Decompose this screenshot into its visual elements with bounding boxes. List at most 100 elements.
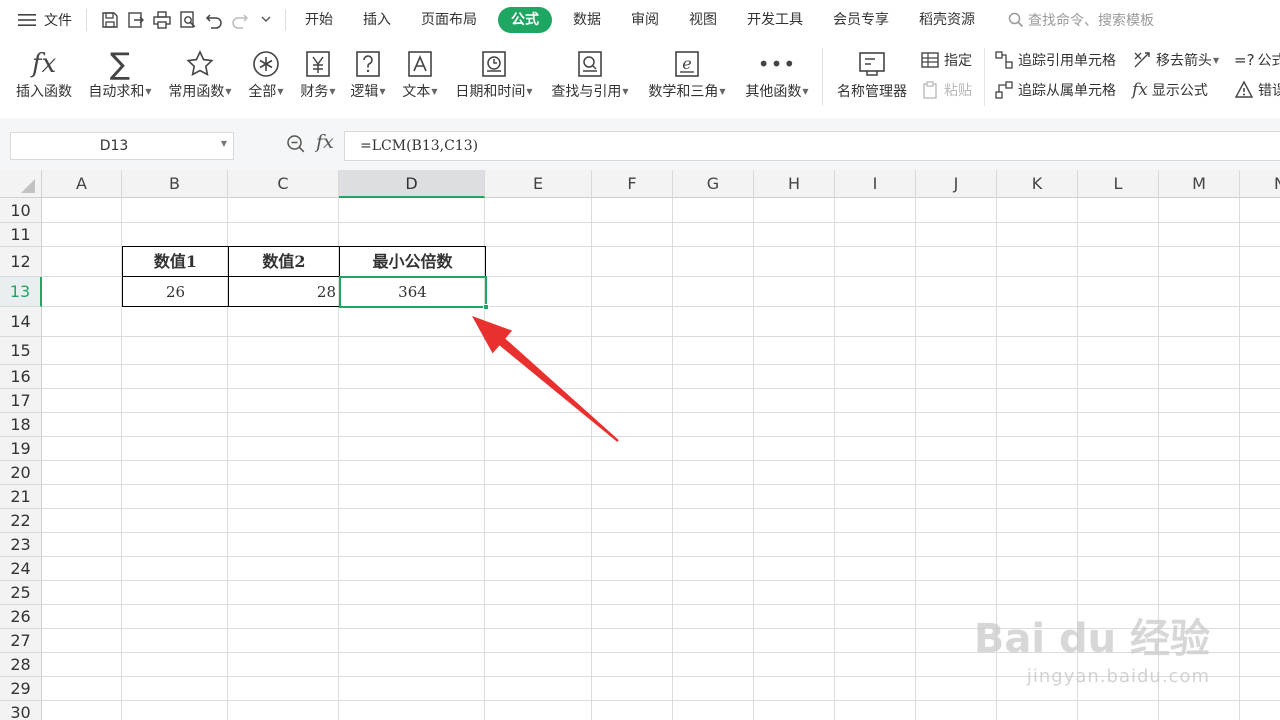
error-check-button[interactable]: 错误 bbox=[1234, 78, 1280, 102]
trace-precedents-label: 追踪引用单元格 bbox=[1018, 53, 1116, 69]
specify-button[interactable]: 指定 bbox=[920, 48, 972, 72]
remove-arrows-button[interactable]: 移去箭头 ▼ bbox=[1132, 48, 1219, 72]
row-header-15[interactable]: 15 bbox=[0, 337, 42, 365]
insert-function-button[interactable]: fx 插入函数 bbox=[12, 46, 76, 112]
column-header-k[interactable]: K bbox=[997, 170, 1078, 198]
name-box-dropdown-icon[interactable]: ▼ bbox=[221, 139, 227, 148]
column-header-i[interactable]: I bbox=[835, 170, 916, 198]
tab-review[interactable]: 审阅 bbox=[616, 7, 674, 33]
row-header-24[interactable]: 24 bbox=[0, 557, 42, 581]
row-header-19[interactable]: 19 bbox=[0, 437, 42, 461]
row-header-20[interactable]: 20 bbox=[0, 461, 42, 485]
dropdown-arrow-icon: ▼ bbox=[526, 87, 533, 96]
column-header-j[interactable]: J bbox=[916, 170, 997, 198]
formula-bar: D13 ▼ fx =LCM(B13,C13) bbox=[0, 118, 1280, 170]
datetime-functions-button[interactable]: 日期和时间▼ bbox=[450, 46, 538, 112]
lookup-functions-button[interactable]: 查找与引用▼ bbox=[546, 46, 634, 112]
ribbon-divider bbox=[984, 48, 985, 106]
gridline bbox=[42, 460, 1280, 461]
row-header-29[interactable]: 29 bbox=[0, 677, 42, 701]
row-header-12[interactable]: 12 bbox=[0, 247, 42, 277]
row-header-17[interactable]: 17 bbox=[0, 389, 42, 413]
file-menu[interactable]: 文件 bbox=[18, 0, 72, 40]
tab-page-layout[interactable]: 页面布局 bbox=[406, 7, 492, 33]
tab-developer[interactable]: 开发工具 bbox=[732, 7, 818, 33]
column-header-a[interactable]: A bbox=[42, 170, 122, 198]
undo-icon[interactable] bbox=[201, 7, 227, 33]
evaluate-formula-button[interactable]: =? 公式 bbox=[1234, 48, 1280, 72]
column-header-b[interactable]: B bbox=[122, 170, 228, 198]
column-header-n[interactable]: N bbox=[1240, 170, 1280, 198]
asterisk-circle-icon bbox=[253, 51, 279, 77]
formula-input[interactable]: =LCM(B13,C13) bbox=[344, 131, 1280, 161]
print-icon[interactable] bbox=[149, 7, 175, 33]
column-header-m[interactable]: M bbox=[1159, 170, 1240, 198]
tab-member[interactable]: 会员专享 bbox=[818, 7, 904, 33]
table-header-value1[interactable]: 数值1 bbox=[122, 246, 229, 277]
common-functions-button[interactable]: 常用函数▼ bbox=[164, 46, 236, 112]
customize-dropdown-icon[interactable] bbox=[253, 7, 279, 33]
tab-view[interactable]: 视图 bbox=[674, 7, 732, 33]
column-header-h[interactable]: H bbox=[754, 170, 835, 198]
all-functions-button[interactable]: 全部▼ bbox=[244, 46, 288, 112]
math-functions-button[interactable]: e 数学和三角▼ bbox=[642, 46, 732, 112]
tab-data[interactable]: 数据 bbox=[558, 7, 616, 33]
text-functions-button[interactable]: 文本▼ bbox=[398, 46, 442, 112]
column-header-f[interactable]: F bbox=[592, 170, 673, 198]
question-box-icon bbox=[356, 51, 380, 77]
fill-handle[interactable] bbox=[483, 304, 489, 310]
gridline bbox=[42, 336, 1280, 337]
cell-c13[interactable]: 28 bbox=[229, 277, 340, 307]
trace-dependents-button[interactable]: 追踪从属单元格 bbox=[994, 78, 1116, 102]
logical-functions-button[interactable]: 逻辑▼ bbox=[346, 46, 390, 112]
tab-insert[interactable]: 插入 bbox=[348, 7, 406, 33]
tab-home[interactable]: 开始 bbox=[290, 7, 348, 33]
name-box[interactable]: D13 ▼ bbox=[10, 132, 234, 160]
column-header-g[interactable]: G bbox=[673, 170, 754, 198]
row-header-23[interactable]: 23 bbox=[0, 533, 42, 557]
row-header-25[interactable]: 25 bbox=[0, 581, 42, 605]
row-header-22[interactable]: 22 bbox=[0, 509, 42, 533]
row-header-14[interactable]: 14 bbox=[0, 307, 42, 337]
name-manager-icon bbox=[859, 52, 885, 76]
export-pdf-icon[interactable] bbox=[123, 7, 149, 33]
row-header-13[interactable]: 13 bbox=[0, 277, 42, 307]
tab-docer-resources[interactable]: 稻壳资源 bbox=[904, 7, 990, 33]
row-header-10[interactable]: 10 bbox=[0, 198, 42, 223]
row-header-18[interactable]: 18 bbox=[0, 413, 42, 437]
sigma-icon: ∑ bbox=[109, 46, 131, 82]
financial-functions-button[interactable]: 财务▼ bbox=[296, 46, 340, 112]
save-icon[interactable] bbox=[97, 7, 123, 33]
evaluate-formula-icon: =? bbox=[1234, 51, 1255, 69]
row-header-27[interactable]: 27 bbox=[0, 629, 42, 653]
name-manager-button[interactable]: 名称管理器 bbox=[832, 46, 912, 112]
table-header-lcm[interactable]: 最小公倍数 bbox=[340, 246, 486, 277]
row-header-26[interactable]: 26 bbox=[0, 605, 42, 629]
column-header-l[interactable]: L bbox=[1078, 170, 1159, 198]
row-header-28[interactable]: 28 bbox=[0, 653, 42, 677]
dropdown-arrow-icon: ▼ bbox=[719, 87, 726, 96]
tab-formulas[interactable]: 公式 bbox=[498, 7, 552, 33]
row-header-11[interactable]: 11 bbox=[0, 223, 42, 247]
show-formulas-button[interactable]: fx 显示公式 bbox=[1132, 78, 1208, 102]
print-preview-icon[interactable] bbox=[175, 7, 201, 33]
row-header-21[interactable]: 21 bbox=[0, 485, 42, 509]
other-functions-button[interactable]: ••• 其他函数▼ bbox=[740, 46, 814, 112]
trace-precedents-button[interactable]: 追踪引用单元格 bbox=[994, 48, 1116, 72]
name-manager-label: 名称管理器 bbox=[837, 84, 907, 100]
select-all-corner[interactable] bbox=[0, 170, 42, 198]
autosum-button[interactable]: ∑ 自动求和▼ bbox=[84, 46, 156, 112]
column-header-e[interactable]: E bbox=[485, 170, 592, 198]
row-header-16[interactable]: 16 bbox=[0, 365, 42, 389]
redo-icon[interactable] bbox=[227, 7, 253, 33]
row-header-30[interactable]: 30 bbox=[0, 701, 42, 720]
table-header-value2[interactable]: 数值2 bbox=[229, 246, 340, 277]
command-search[interactable]: 查找命令、搜索模板 bbox=[1008, 10, 1154, 30]
zoom-search-icon[interactable] bbox=[286, 134, 306, 154]
cell-b13[interactable]: 26 bbox=[122, 277, 229, 307]
paste-name-button[interactable]: 粘贴 bbox=[920, 78, 972, 102]
gridline bbox=[42, 532, 1280, 533]
fx-icon[interactable]: fx bbox=[316, 131, 334, 153]
column-header-d[interactable]: D bbox=[339, 170, 485, 198]
column-header-c[interactable]: C bbox=[228, 170, 339, 198]
